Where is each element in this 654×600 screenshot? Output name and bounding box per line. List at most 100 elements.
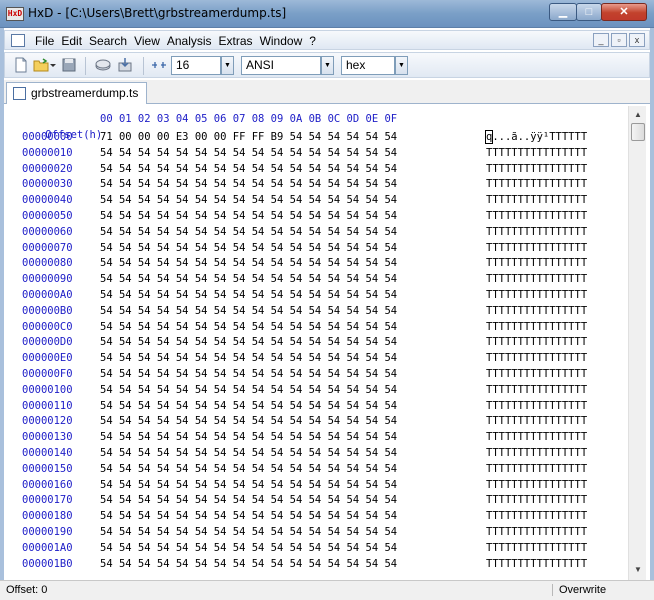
row-text[interactable]: TTTTTTTTTTTTTTTT bbox=[486, 414, 587, 430]
hex-row[interactable]: 000000A0 54 54 54 54 54 54 54 54 54 54 54… bbox=[4, 288, 624, 304]
save-icon[interactable] bbox=[61, 57, 77, 73]
row-hex-bytes[interactable]: 54 54 54 54 54 54 54 54 54 54 54 54 54 5… bbox=[100, 399, 397, 415]
row-hex-bytes[interactable]: 54 54 54 54 54 54 54 54 54 54 54 54 54 5… bbox=[100, 367, 397, 383]
row-text[interactable]: TTTTTTTTTTTTTTTT bbox=[486, 320, 587, 336]
document-system-menu-icon[interactable] bbox=[11, 34, 25, 47]
hex-row[interactable]: 00000070 54 54 54 54 54 54 54 54 54 54 54… bbox=[4, 241, 624, 257]
hex-row[interactable]: 00000120 54 54 54 54 54 54 54 54 54 54 54… bbox=[4, 414, 624, 430]
row-text[interactable]: TTTTTTTTTTTTTTTT bbox=[486, 256, 587, 272]
row-hex-bytes[interactable]: 54 54 54 54 54 54 54 54 54 54 54 54 54 5… bbox=[100, 241, 397, 257]
row-text[interactable]: TTTTTTTTTTTTTTTT bbox=[486, 367, 587, 383]
menu-edit[interactable]: Edit bbox=[61, 34, 82, 48]
row-text[interactable]: TTTTTTTTTTTTTTTT bbox=[486, 304, 587, 320]
offset-base-dropdown-button[interactable]: ▼ bbox=[395, 56, 408, 75]
hex-row[interactable]: 00000130 54 54 54 54 54 54 54 54 54 54 54… bbox=[4, 430, 624, 446]
hex-row[interactable]: 00000150 54 54 54 54 54 54 54 54 54 54 54… bbox=[4, 462, 624, 478]
row-text[interactable]: TTTTTTTTTTTTTTTT bbox=[486, 193, 587, 209]
new-file-icon[interactable] bbox=[13, 57, 29, 73]
row-hex-bytes[interactable]: 54 54 54 54 54 54 54 54 54 54 54 54 54 5… bbox=[100, 335, 397, 351]
hex-row[interactable]: 00000080 54 54 54 54 54 54 54 54 54 54 54… bbox=[4, 256, 624, 272]
hex-row[interactable]: 00000020 54 54 54 54 54 54 54 54 54 54 54… bbox=[4, 162, 624, 178]
close-button[interactable]: ✕ bbox=[601, 3, 647, 21]
scroll-up-button[interactable]: ▲ bbox=[630, 107, 646, 123]
row-hex-bytes[interactable]: 54 54 54 54 54 54 54 54 54 54 54 54 54 5… bbox=[100, 304, 397, 320]
row-text[interactable]: TTTTTTTTTTTTTTTT bbox=[486, 478, 587, 494]
row-hex-bytes[interactable]: 54 54 54 54 54 54 54 54 54 54 54 54 54 5… bbox=[100, 446, 397, 462]
hex-row[interactable]: 00000180 54 54 54 54 54 54 54 54 54 54 54… bbox=[4, 509, 624, 525]
maximize-button[interactable]: □ bbox=[576, 3, 602, 21]
row-text[interactable]: TTTTTTTTTTTTTTTT bbox=[486, 177, 587, 193]
hex-row[interactable]: 000000C0 54 54 54 54 54 54 54 54 54 54 54… bbox=[4, 320, 624, 336]
charset-dropdown-button[interactable]: ▼ bbox=[321, 56, 334, 75]
hex-row[interactable]: 00000110 54 54 54 54 54 54 54 54 54 54 54… bbox=[4, 399, 624, 415]
row-text[interactable]: TTTTTTTTTTTTTTTT bbox=[486, 288, 587, 304]
menu-search[interactable]: Search bbox=[89, 34, 127, 48]
menu-analysis[interactable]: Analysis bbox=[167, 34, 212, 48]
row-hex-bytes[interactable]: 54 54 54 54 54 54 54 54 54 54 54 54 54 5… bbox=[100, 509, 397, 525]
vertical-scrollbar[interactable]: ▲ ▼ bbox=[628, 106, 646, 580]
row-text[interactable]: TTTTTTTTTTTTTTTT bbox=[486, 525, 587, 541]
row-text[interactable]: TTTTTTTTTTTTTTTT bbox=[486, 209, 587, 225]
menu-help[interactable]: ? bbox=[309, 34, 316, 48]
row-text[interactable]: TTTTTTTTTTTTTTTT bbox=[486, 146, 587, 162]
row-text[interactable]: TTTTTTTTTTTTTTTT bbox=[486, 399, 587, 415]
row-text[interactable]: TTTTTTTTTTTTTTTT bbox=[486, 272, 587, 288]
row-hex-bytes[interactable]: 54 54 54 54 54 54 54 54 54 54 54 54 54 5… bbox=[100, 146, 397, 162]
row-hex-bytes[interactable]: 54 54 54 54 54 54 54 54 54 54 54 54 54 5… bbox=[100, 162, 397, 178]
charset-select[interactable]: ANSI bbox=[241, 56, 321, 75]
hex-row[interactable]: 00000170 54 54 54 54 54 54 54 54 54 54 54… bbox=[4, 493, 624, 509]
menu-extras[interactable]: Extras bbox=[219, 34, 253, 48]
row-text[interactable]: TTTTTTTTTTTTTTTT bbox=[486, 383, 587, 399]
open-dropdown-icon[interactable] bbox=[49, 57, 57, 73]
row-hex-bytes[interactable]: 54 54 54 54 54 54 54 54 54 54 54 54 54 5… bbox=[100, 288, 397, 304]
bytes-per-row-dropdown-button[interactable]: ▼ bbox=[221, 56, 234, 75]
row-text[interactable]: TTTTTTTTTTTTTTTT bbox=[486, 509, 587, 525]
document-restore-button[interactable]: ▫ bbox=[611, 33, 627, 47]
row-text[interactable]: TTTTTTTTTTTTTTTT bbox=[486, 541, 587, 557]
minimize-button[interactable]: ▁ bbox=[549, 3, 577, 21]
menu-view[interactable]: View bbox=[134, 34, 160, 48]
row-hex-bytes[interactable]: 54 54 54 54 54 54 54 54 54 54 54 54 54 5… bbox=[100, 414, 397, 430]
document-minimize-button[interactable]: _ bbox=[593, 33, 609, 47]
hex-row[interactable]: 000000D0 54 54 54 54 54 54 54 54 54 54 54… bbox=[4, 335, 624, 351]
hex-row[interactable]: 000000F0 54 54 54 54 54 54 54 54 54 54 54… bbox=[4, 367, 624, 383]
row-hex-bytes[interactable]: 54 54 54 54 54 54 54 54 54 54 54 54 54 5… bbox=[100, 256, 397, 272]
row-hex-bytes[interactable]: 54 54 54 54 54 54 54 54 54 54 54 54 54 5… bbox=[100, 209, 397, 225]
hex-row[interactable]: 00000090 54 54 54 54 54 54 54 54 54 54 54… bbox=[4, 272, 624, 288]
scroll-thumb[interactable] bbox=[631, 123, 645, 141]
hex-row[interactable]: 00000010 54 54 54 54 54 54 54 54 54 54 54… bbox=[4, 146, 624, 162]
row-hex-bytes[interactable]: 54 54 54 54 54 54 54 54 54 54 54 54 54 5… bbox=[100, 430, 397, 446]
row-text[interactable]: TTTTTTTTTTTTTTTT bbox=[486, 162, 587, 178]
open-folder-icon[interactable] bbox=[33, 57, 49, 73]
hex-row[interactable]: 000001A0 54 54 54 54 54 54 54 54 54 54 54… bbox=[4, 541, 624, 557]
tab-grbstreamerdump[interactable]: grbstreamerdump.ts bbox=[6, 82, 148, 104]
row-text[interactable]: TTTTTTTTTTTTTTTT bbox=[486, 462, 587, 478]
scroll-down-button[interactable]: ▼ bbox=[630, 562, 646, 578]
row-hex-bytes[interactable]: 54 54 54 54 54 54 54 54 54 54 54 54 54 5… bbox=[100, 225, 397, 241]
row-hex-bytes[interactable]: 71 00 00 00 E3 00 00 FF FF B9 54 54 54 5… bbox=[100, 130, 397, 146]
disk-icon[interactable] bbox=[95, 57, 111, 73]
export-icon[interactable] bbox=[117, 57, 133, 73]
hex-row[interactable]: 00000160 54 54 54 54 54 54 54 54 54 54 54… bbox=[4, 478, 624, 494]
hex-row[interactable]: 00000140 54 54 54 54 54 54 54 54 54 54 54… bbox=[4, 446, 624, 462]
row-hex-bytes[interactable]: 54 54 54 54 54 54 54 54 54 54 54 54 54 5… bbox=[100, 177, 397, 193]
row-text[interactable]: TTTTTTTTTTTTTTTT bbox=[486, 225, 587, 241]
row-hex-bytes[interactable]: 54 54 54 54 54 54 54 54 54 54 54 54 54 5… bbox=[100, 493, 397, 509]
row-hex-bytes[interactable]: 54 54 54 54 54 54 54 54 54 54 54 54 54 5… bbox=[100, 320, 397, 336]
document-close-button[interactable]: x bbox=[629, 33, 645, 47]
row-text[interactable]: TTTTTTTTTTTTTTTT bbox=[486, 557, 587, 573]
row-text[interactable]: TTTTTTTTTTTTTTTT bbox=[486, 241, 587, 257]
hxd-app-icon[interactable]: HxD bbox=[6, 7, 24, 21]
row-text[interactable]: TTTTTTTTTTTTTTTT bbox=[486, 351, 587, 367]
hex-editor-pane[interactable]: Offset(h) 00 01 02 03 04 05 06 07 08 09 … bbox=[4, 106, 628, 580]
offset-base-select[interactable]: hex bbox=[341, 56, 395, 75]
hex-row[interactable]: 000000E0 54 54 54 54 54 54 54 54 54 54 54… bbox=[4, 351, 624, 367]
hex-row[interactable]: 00000060 54 54 54 54 54 54 54 54 54 54 54… bbox=[4, 225, 624, 241]
menu-window[interactable]: Window bbox=[260, 34, 303, 48]
hex-row[interactable]: 00000190 54 54 54 54 54 54 54 54 54 54 54… bbox=[4, 525, 624, 541]
row-hex-bytes[interactable]: 54 54 54 54 54 54 54 54 54 54 54 54 54 5… bbox=[100, 478, 397, 494]
hex-row[interactable]: 00000030 54 54 54 54 54 54 54 54 54 54 54… bbox=[4, 177, 624, 193]
row-hex-bytes[interactable]: 54 54 54 54 54 54 54 54 54 54 54 54 54 5… bbox=[100, 193, 397, 209]
row-hex-bytes[interactable]: 54 54 54 54 54 54 54 54 54 54 54 54 54 5… bbox=[100, 351, 397, 367]
row-hex-bytes[interactable]: 54 54 54 54 54 54 54 54 54 54 54 54 54 5… bbox=[100, 557, 397, 573]
